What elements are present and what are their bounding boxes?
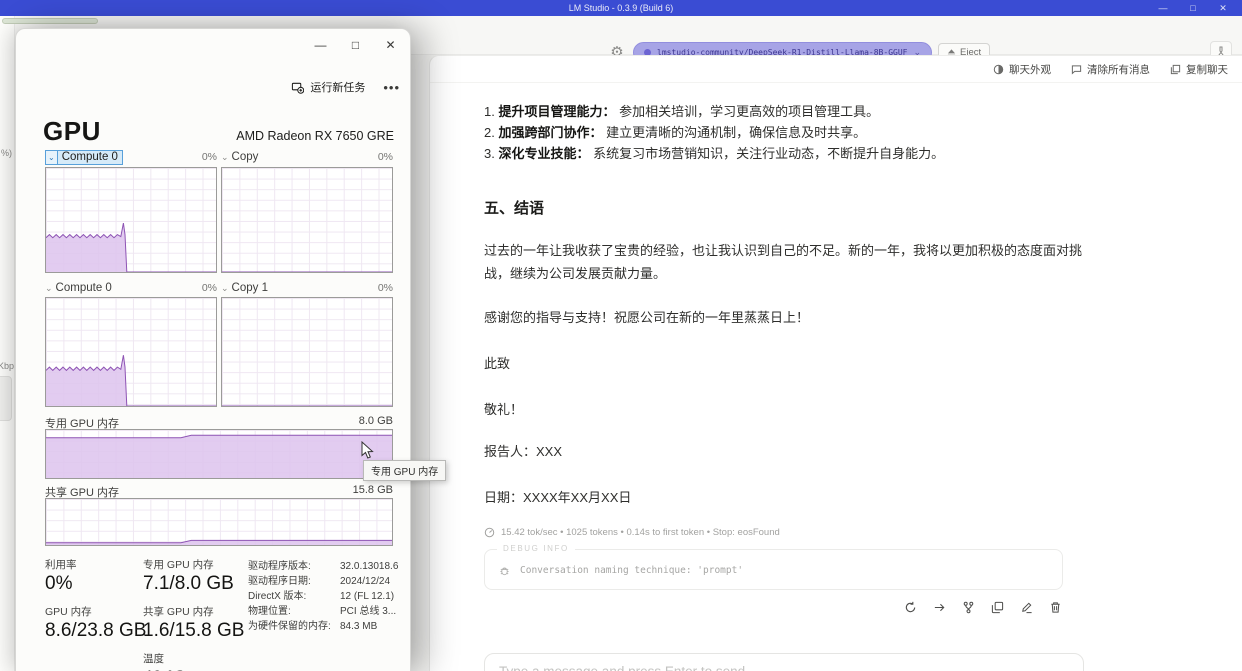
edit-button[interactable] (1018, 599, 1034, 615)
chart-header-copy: ⌄Copy 0% (221, 150, 393, 164)
list-item: 2. 加强跨部门协作： 建立更清晰的沟通机制，确保信息及时共享。 (484, 122, 1084, 143)
engine-selector-compute0-b[interactable]: ⌄Compute 0 (45, 282, 112, 294)
gpu-header: GPU AMD Radeon RX 7650 GRE (43, 116, 394, 147)
more-options-button[interactable]: ••• (383, 80, 400, 95)
directx-version-row: DirectX 版本:12 (FL 12.1) (248, 589, 398, 604)
screen: LM Studio - 0.3.9 (Build 6) — □ ✕ ⚙ lmst… (0, 0, 1242, 671)
compute0-chart-b[interactable] (45, 297, 217, 407)
clear-all-messages-button[interactable]: 清除所有消息 (1071, 62, 1150, 77)
axis-label-fragment: 0 Kbp (0, 361, 14, 371)
duplicate-chat-button[interactable]: 复制聊天 (1170, 62, 1228, 77)
trash-icon (1049, 601, 1062, 614)
dedicated-memory-stat: 7.1/8.0 GB (143, 573, 244, 595)
axis-label-fragment: %) (1, 148, 12, 158)
lmstudio-window-controls: — □ ✕ (1148, 0, 1238, 16)
panel-fragment (0, 376, 12, 421)
driver-date-row: 驱动程序日期:2024/12/24 (248, 574, 398, 589)
engine-selector-copy1[interactable]: ⌄Copy 1 (221, 282, 268, 294)
mouse-cursor (361, 441, 375, 460)
closing-line: 此致 (484, 353, 1084, 372)
branch-button[interactable] (960, 599, 976, 615)
paragraph: 感谢您的指导与支持！祝愿公司在新的一年里蒸蒸日上！ (484, 306, 1084, 329)
utilization-value: 0% (378, 282, 393, 294)
message-input-box: 用户 (Ctrl + U) Insert (Ctrl + I) 发送 ↵ (484, 653, 1084, 671)
chat-panel: 聊天外观 清除所有消息 复制聊天 1. 提升项目管理能力： 参加相关培训，学习更… (429, 55, 1242, 671)
copy1-chart[interactable] (221, 297, 393, 407)
background-window-fragment: %) 0 Kbp (0, 16, 15, 671)
edit-icon (1020, 601, 1033, 614)
numbered-list: 1. 提升项目管理能力： 参加相关培训，学习更高效的项目管理工具。 2. 加强跨… (484, 101, 1084, 164)
background-window-fragment (2, 18, 98, 24)
assistant-message: 1. 提升项目管理能力： 参加相关培训，学习更高效的项目管理工具。 2. 加强跨… (484, 101, 1084, 671)
closing-line: 敬礼！ (484, 399, 1084, 418)
run-new-task-icon (291, 81, 304, 94)
message-input[interactable] (499, 664, 1069, 671)
chat-appearance-button[interactable]: 聊天外观 (993, 62, 1051, 77)
shared-memory-stat: 1.6/15.8 GB (143, 620, 244, 642)
close-button[interactable]: ✕ (373, 35, 408, 55)
taskmanager-toolbar: 运行新任务 ••• (291, 79, 400, 95)
generation-stats: 15.42 tok/sec • 1025 tokens • 0.14s to f… (484, 527, 1084, 538)
engine-selector-copy[interactable]: ⌄Copy (221, 151, 258, 163)
gauge-icon (484, 527, 495, 538)
gpu-name: AMD Radeon RX 7650 GRE (236, 129, 394, 147)
list-item: 1. 提升项目管理能力： 参加相关培训，学习更高效的项目管理工具。 (484, 101, 1084, 122)
bug-icon (499, 565, 510, 576)
chart-header-copy1: ⌄Copy 1 0% (221, 281, 393, 295)
chart-header-compute0: ⌄ Compute 0 0% (45, 150, 217, 164)
minimize-button[interactable]: — (1148, 0, 1178, 16)
reserved-memory-row: 为硬件保留的内存:84.3 MB (248, 619, 398, 634)
page-title: GPU (43, 116, 101, 147)
task-manager-window: — □ ✕ 运行新任务 ••• GPU AMD Radeon RX 7650 G… (15, 28, 411, 671)
utilization-value: 0% (378, 151, 393, 163)
dedicated-memory-chart[interactable] (45, 429, 393, 479)
gpu-memory-stat: 8.6/23.8 GB (45, 620, 146, 642)
tooltip: 专用 GPU 内存 (363, 460, 446, 481)
debug-info-text: Conversation naming technique: 'prompt' (520, 565, 743, 576)
delete-button[interactable] (1047, 599, 1063, 615)
branch-icon (962, 601, 975, 614)
utilization-stat: 0% (45, 573, 146, 595)
reporter-line: 报告人：XXX (484, 441, 1084, 460)
copy-chart[interactable] (221, 167, 393, 273)
engine-selector-compute0[interactable]: ⌄ Compute 0 (45, 150, 123, 165)
minimize-button[interactable]: — (303, 35, 338, 55)
close-button[interactable]: ✕ (1208, 0, 1238, 16)
maximize-button[interactable]: □ (1178, 0, 1208, 16)
debug-info-legend: DEBUG INFO (497, 544, 575, 553)
copy-icon (991, 601, 1004, 614)
lmstudio-title: LM Studio - 0.3.9 (Build 6) (569, 3, 674, 13)
message-actions (484, 599, 1063, 615)
appearance-icon (993, 64, 1004, 75)
debug-info-box: DEBUG INFO Conversation naming technique… (484, 549, 1063, 590)
copy-chat-icon (1170, 64, 1181, 75)
lmstudio-titlebar: LM Studio - 0.3.9 (Build 6) — □ ✕ (0, 0, 1242, 16)
driver-version-row: 驱动程序版本:32.0.13018.6 (248, 559, 398, 574)
continue-button[interactable] (931, 599, 947, 615)
copy-button[interactable] (989, 599, 1005, 615)
clear-messages-icon (1071, 64, 1082, 75)
taskmanager-window-controls: — □ ✕ (303, 35, 408, 55)
utilization-value: 0% (202, 282, 217, 294)
chat-actions-bar: 聊天外观 清除所有消息 复制聊天 (430, 56, 1242, 83)
paragraph: 过去的一年让我收获了宝贵的经验，也让我认识到自己的不足。新的一年，我将以更加积极… (484, 239, 1084, 285)
maximize-button[interactable]: □ (338, 35, 373, 55)
run-new-task-button[interactable]: 运行新任务 (291, 79, 365, 95)
list-item: 3. 深化专业技能： 系统复习市场营销知识，关注行业动态，不断提升自身能力。 (484, 143, 1084, 164)
arrow-right-icon (933, 601, 946, 614)
section-heading: 五、结语 (484, 197, 1084, 218)
utilization-value: 0% (202, 151, 217, 163)
regenerate-button[interactable] (902, 599, 918, 615)
chart-header-compute0-b: ⌄Compute 0 0% (45, 281, 217, 295)
physical-location-row: 物理位置:PCI 总线 3... (248, 604, 398, 619)
regenerate-icon (904, 601, 917, 614)
chevron-down-icon: ⌄ (46, 151, 58, 164)
shared-memory-chart[interactable] (45, 498, 393, 546)
compute0-chart[interactable] (45, 167, 217, 273)
date-line: 日期：XXXX年XX月XX日 (484, 487, 1084, 506)
temperature-stat: 40 °C (143, 667, 244, 671)
